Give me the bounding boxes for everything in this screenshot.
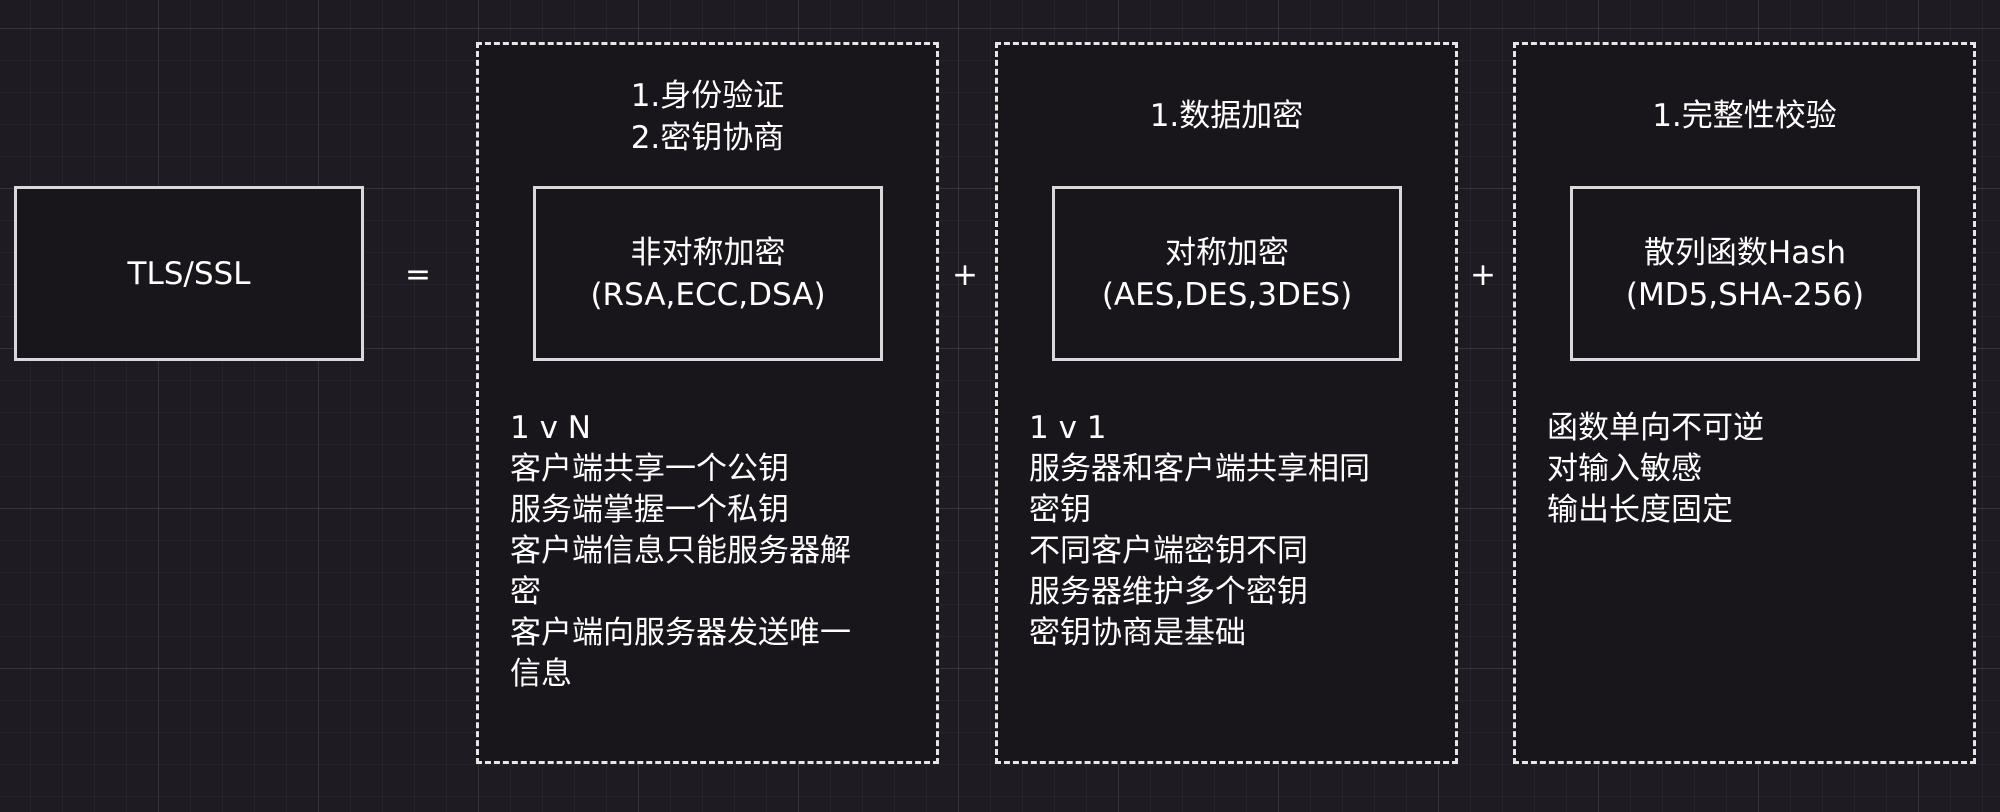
note-line: 不同客户端密钥不同 [1029, 533, 1308, 569]
equals-sign: = [405, 257, 431, 293]
note-line: 函数单向不可逆 [1547, 410, 1764, 446]
note-line: 对输入敏感 [1547, 451, 1702, 487]
hash-panel: 1.完整性校验 [1513, 42, 1976, 764]
symmetric-panel-heading: 1.数据加密 [998, 95, 1455, 137]
note-line: 1 v N [510, 410, 591, 446]
note-line: 客户端向服务器发送唯一 [510, 615, 851, 651]
note-line: 信息 [510, 656, 572, 692]
symmetric-panel: 1.数据加密 [995, 42, 1458, 764]
asymmetric-notes: 1 v N 客户端共享一个公钥 服务端掌握一个私钥 客户端信息只能服务器解 密 … [510, 408, 851, 695]
note-line: 客户端共享一个公钥 [510, 451, 789, 487]
box-title: 非对称加密 [630, 234, 786, 271]
note-line: 输出长度固定 [1547, 492, 1733, 528]
hash-function-box: 散列函数Hash (MD5,SHA-256) [1570, 186, 1920, 361]
plus-sign-1: + [952, 257, 978, 293]
note-line: 服务器维护多个密钥 [1029, 574, 1308, 610]
box-title: 对称加密 [1165, 234, 1289, 271]
tls-ssl-box: TLS/SSL [14, 186, 364, 361]
symmetric-encryption-box: 对称加密 (AES,DES,3DES) [1052, 186, 1402, 361]
note-line: 密 [510, 574, 541, 610]
note-line: 密钥协商是基础 [1029, 615, 1246, 651]
box-title: 散列函数Hash [1643, 234, 1847, 271]
asymmetric-encryption-box: 非对称加密 (RSA,ECC,DSA) [533, 186, 883, 361]
note-line: 服务端掌握一个私钥 [510, 492, 789, 528]
box-algorithms: (AES,DES,3DES) [1101, 276, 1353, 313]
heading-line: 1.完整性校验 [1652, 98, 1837, 134]
box-algorithms: (MD5,SHA-256) [1625, 276, 1865, 313]
note-line: 服务器和客户端共享相同 [1029, 451, 1370, 487]
tls-ssl-label: TLS/SSL [127, 255, 251, 292]
box-algorithms: (RSA,ECC,DSA) [590, 276, 826, 313]
hash-panel-heading: 1.完整性校验 [1516, 95, 1973, 137]
hash-notes: 函数单向不可逆 对输入敏感 输出长度固定 [1547, 408, 1764, 531]
heading-line: 2.密钥协商 [630, 120, 785, 156]
note-line: 客户端信息只能服务器解 [510, 533, 851, 569]
symmetric-notes: 1 v 1 服务器和客户端共享相同 密钥 不同客户端密钥不同 服务器维护多个密钥… [1029, 408, 1370, 654]
heading-line: 1.身份验证 [630, 78, 785, 114]
heading-line: 1.数据加密 [1149, 98, 1304, 134]
note-line: 密钥 [1029, 492, 1091, 528]
asymmetric-panel-heading: 1.身份验证 2.密钥协商 [479, 75, 936, 159]
plus-sign-2: + [1470, 257, 1496, 293]
note-line: 1 v 1 [1029, 410, 1107, 446]
